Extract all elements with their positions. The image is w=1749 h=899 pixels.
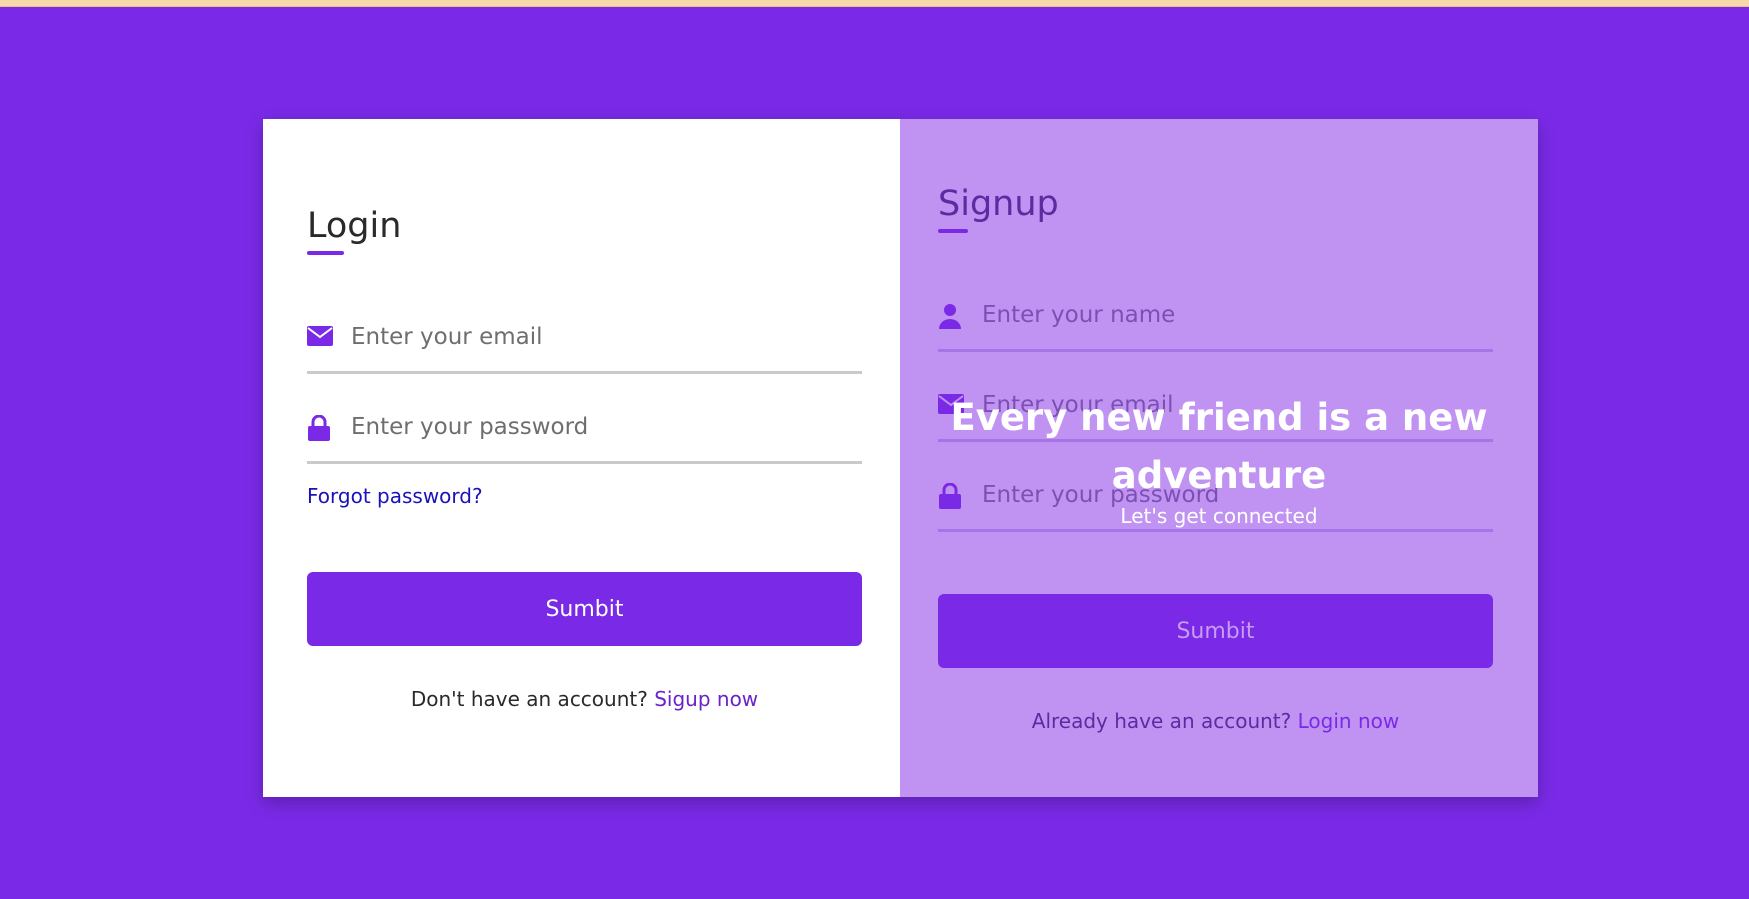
signup-submit-button[interactable]: Sumbit: [938, 594, 1493, 668]
envelope-icon: [307, 325, 333, 349]
login-password-input[interactable]: [351, 407, 851, 447]
login-switch-text: Don't have an account?: [410, 687, 648, 711]
signup-title-underline: [938, 229, 968, 233]
lock-icon: [307, 415, 333, 441]
login-email-field: [307, 317, 862, 374]
login-now-link[interactable]: Login now: [1298, 709, 1400, 733]
user-icon: [938, 303, 964, 329]
overlay-subtext: Let's get connected: [1120, 504, 1318, 528]
signup-title: Signup: [938, 184, 1059, 224]
login-email-input[interactable]: [351, 317, 851, 357]
top-strip: [0, 0, 1749, 7]
signup-name-input[interactable]: [982, 295, 1482, 335]
signup-name-underline: [938, 349, 1493, 352]
signup-name-field: [938, 295, 1493, 352]
signup-switch-row: Already have an account? Login now: [938, 709, 1493, 733]
signup-now-link[interactable]: Sigup now: [654, 687, 758, 711]
login-switch-row: Don't have an account? Sigup now: [307, 687, 862, 711]
login-password-underline: [307, 461, 862, 464]
login-password-field: [307, 407, 862, 464]
signup-switch-text: Already have an account?: [1031, 709, 1292, 733]
auth-container: Login Forgot password? Sumb: [263, 119, 1538, 797]
login-email-underline: [307, 371, 862, 374]
overlay-headline: Every new friend is a new adventure: [950, 396, 1488, 497]
login-title: Login: [307, 206, 402, 246]
forgot-password-link[interactable]: Forgot password?: [307, 484, 483, 508]
login-title-underline: [307, 251, 344, 255]
signup-password-underline: [938, 529, 1493, 532]
login-panel: Login Forgot password? Sumb: [263, 119, 900, 797]
login-submit-button[interactable]: Sumbit: [307, 572, 862, 646]
